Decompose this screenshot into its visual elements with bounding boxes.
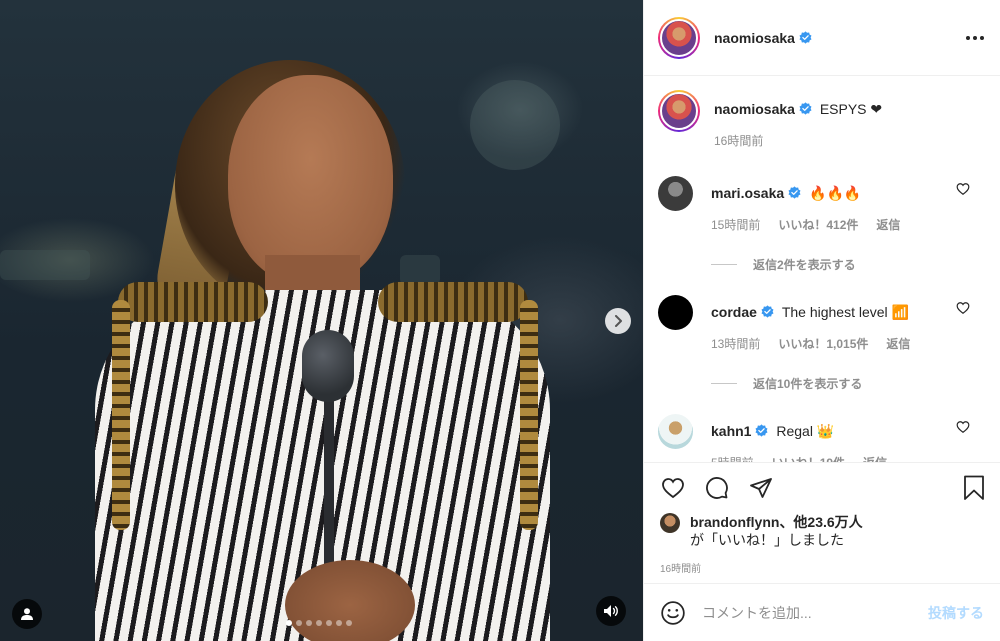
post-comment-button[interactable]: 投稿する	[928, 603, 984, 623]
carousel-dot	[286, 620, 292, 626]
comment-input[interactable]	[702, 604, 928, 621]
user-icon	[21, 608, 33, 620]
comment: kahn1 Regal 👑 5時間前 いいね！19件 返信	[658, 414, 984, 462]
author-username[interactable]: naomiosaka	[714, 30, 795, 46]
liker-username[interactable]: brandonflynn	[690, 514, 779, 530]
comments-section: naomiosaka ESPYS ❤ 16時間前 mari.osaka 🔥🔥🔥 …	[644, 76, 1000, 462]
author-avatar[interactable]	[658, 16, 700, 59]
commenter-avatar[interactable]	[658, 295, 693, 330]
comment-username[interactable]: kahn1	[711, 423, 751, 439]
view-replies-button[interactable]: 返信10件を表示する	[711, 375, 984, 392]
next-slide-button[interactable]	[605, 308, 631, 334]
like-heart-icon[interactable]	[660, 476, 686, 500]
heart-icon[interactable]	[956, 301, 970, 315]
share-paper-plane-icon[interactable]	[748, 476, 774, 500]
post-media[interactable]	[0, 0, 643, 641]
commenter-avatar[interactable]	[658, 414, 693, 449]
carousel-dot	[306, 620, 312, 626]
tagged-users-button[interactable]	[12, 599, 42, 629]
audio-toggle-button[interactable]	[596, 596, 626, 626]
view-replies-label: 返信10件を表示する	[753, 377, 863, 391]
caption: naomiosaka ESPYS ❤ 16時間前	[658, 90, 984, 150]
heart-icon[interactable]	[956, 182, 970, 196]
caption-author-avatar[interactable]	[658, 90, 700, 132]
caption-time[interactable]: 16時間前	[714, 132, 763, 150]
more-options-button[interactable]	[966, 35, 984, 40]
heart-icon[interactable]	[956, 420, 970, 434]
comment-text: The highest level 📶	[781, 304, 909, 320]
add-comment-bar: 投稿する	[644, 583, 1000, 641]
comment-username[interactable]: cordae	[711, 304, 757, 320]
carousel-indicator	[286, 620, 352, 626]
verified-badge-icon	[761, 305, 774, 318]
reply-button[interactable]: 返信	[886, 335, 910, 353]
reply-button[interactable]: 返信	[863, 454, 887, 462]
comment-time[interactable]: 13時間前	[711, 335, 760, 353]
commenter-avatar[interactable]	[658, 176, 693, 211]
carousel-dot	[316, 620, 322, 626]
comment-likes[interactable]: いいね！1,015件	[778, 335, 868, 353]
comment-likes[interactable]: いいね！19件	[772, 454, 845, 462]
likes-summary: brandonflynn、他23.6万人 が「いいね！」しました	[660, 513, 986, 549]
chevron-right-icon	[615, 315, 622, 327]
caption-username[interactable]: naomiosaka	[714, 101, 795, 117]
liker-avatar[interactable]	[660, 513, 680, 533]
comment-username[interactable]: mari.osaka	[711, 185, 784, 201]
verified-badge-icon	[755, 424, 768, 437]
comment-bubble-icon[interactable]	[704, 476, 730, 500]
speaker-icon	[604, 605, 618, 617]
post-details-panel: naomiosaka naomiosaka ESPYS ❤ 16時間前 mari…	[643, 0, 1000, 641]
comment: cordae The highest level 📶 13時間前 いいね！1,0…	[658, 295, 984, 353]
bookmark-icon[interactable]	[962, 475, 986, 501]
reply-button[interactable]: 返信	[876, 216, 900, 234]
comment-text: Regal 👑	[776, 423, 835, 439]
view-replies-button[interactable]: 返信2件を表示する	[711, 256, 984, 273]
comment-time[interactable]: 15時間前	[711, 216, 760, 234]
more-dots-icon	[966, 35, 970, 40]
post-actions: brandonflynn、他23.6万人 が「いいね！」しました 16時間前	[644, 462, 1000, 575]
carousel-dot	[336, 620, 342, 626]
verified-badge-icon	[799, 31, 812, 44]
verified-badge-icon	[799, 102, 812, 115]
comment-likes[interactable]: いいね！412件	[778, 216, 858, 234]
carousel-dot	[296, 620, 302, 626]
emoji-icon[interactable]	[660, 600, 686, 626]
likes-suffix: が「いいね！」しました	[690, 532, 844, 548]
caption-text: ESPYS ❤	[819, 101, 883, 117]
other-likers-count[interactable]: 、他23.6万人	[779, 514, 862, 530]
view-replies-label: 返信2件を表示する	[753, 258, 856, 272]
carousel-dot	[346, 620, 352, 626]
carousel-dot	[326, 620, 332, 626]
comment-time[interactable]: 5時間前	[711, 454, 754, 462]
comment: mari.osaka 🔥🔥🔥 15時間前 いいね！412件 返信	[658, 176, 984, 234]
verified-badge-icon	[788, 186, 801, 199]
instagram-post: naomiosaka naomiosaka ESPYS ❤ 16時間前 mari…	[0, 0, 1000, 641]
post-timestamp[interactable]: 16時間前	[660, 560, 986, 575]
post-header: naomiosaka	[644, 0, 1000, 76]
video-frame	[0, 0, 643, 641]
comment-text: 🔥🔥🔥	[809, 185, 862, 201]
